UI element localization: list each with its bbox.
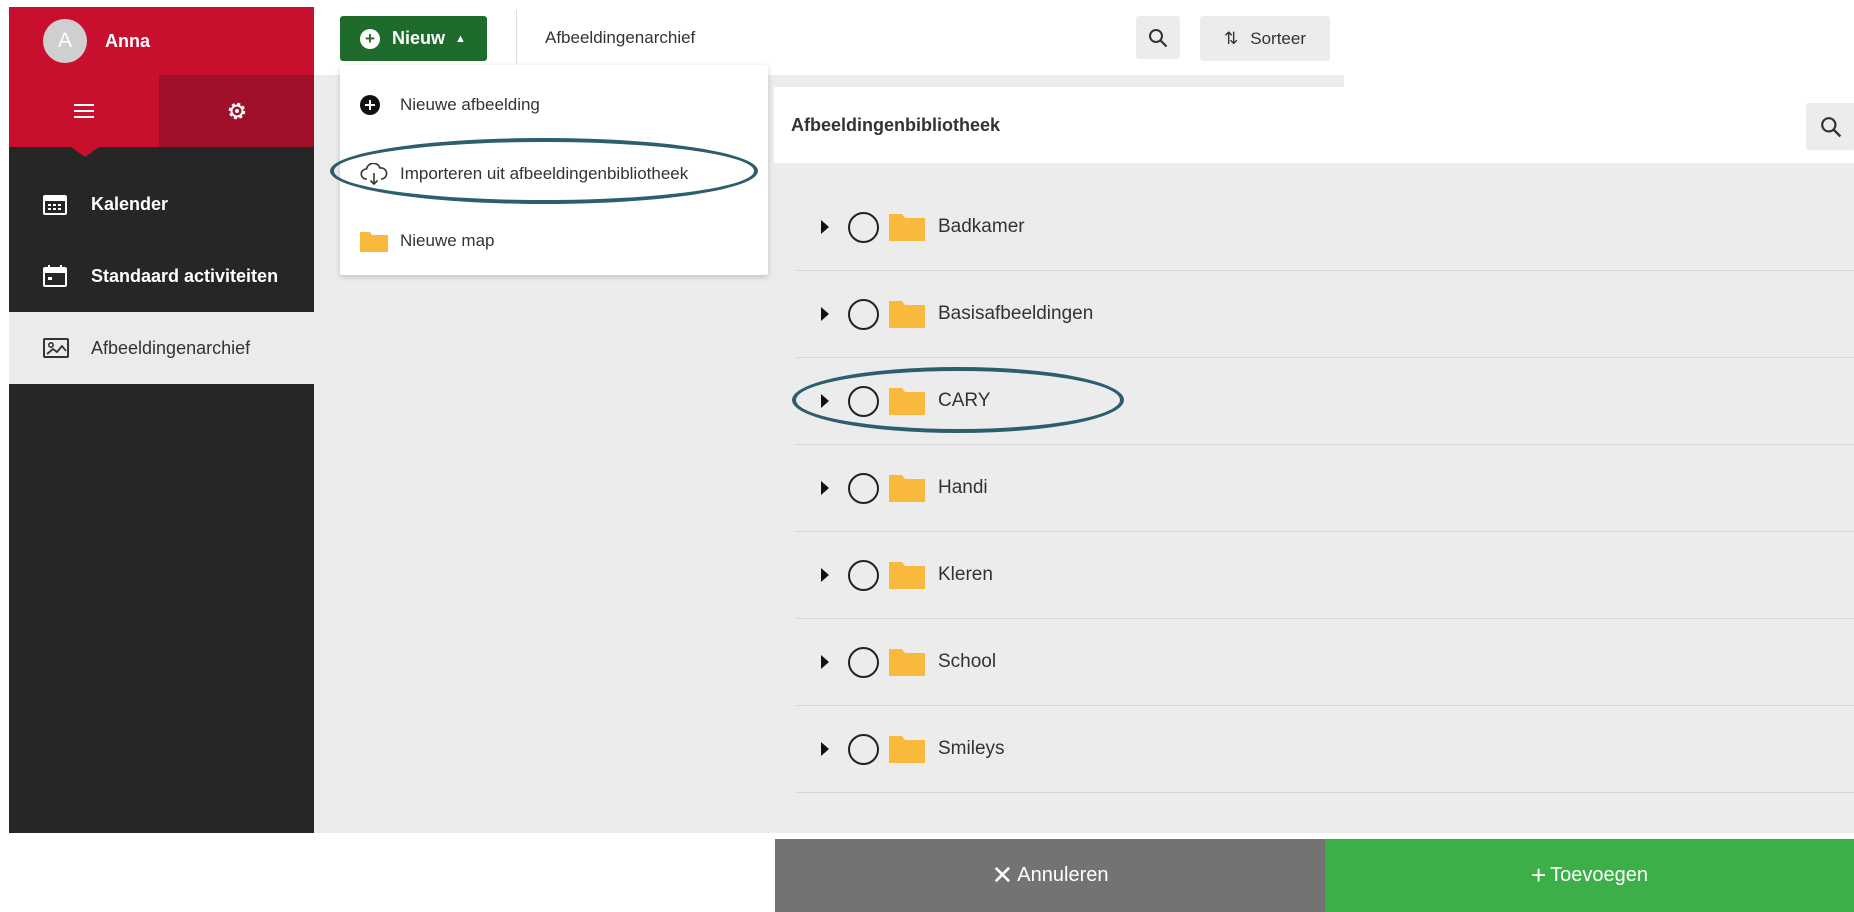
folder-name: Kleren — [938, 564, 993, 585]
expand-arrow-icon[interactable] — [821, 220, 829, 234]
sidebar-item-afbeeldingenarchief[interactable]: Afbeeldingenarchief — [9, 312, 314, 384]
library-search-button[interactable] — [1806, 103, 1854, 150]
folder-name: Smileys — [938, 738, 1005, 759]
search-icon — [1820, 116, 1842, 138]
hamburger-icon — [74, 104, 94, 118]
sidebar-item-label: Afbeeldingenarchief — [91, 337, 251, 358]
menu-item-nieuwe-afbeelding[interactable]: Nieuwe afbeelding — [340, 77, 768, 133]
expand-arrow-icon[interactable] — [821, 394, 829, 408]
folder-row-school[interactable]: School — [796, 619, 1854, 706]
folder-icon — [889, 300, 925, 328]
settings-tab-button[interactable] — [159, 75, 314, 147]
folder-name: Handi — [938, 477, 988, 498]
add-button[interactable]: + Toevoegen — [1325, 839, 1854, 912]
folder-row-badkamer[interactable]: Badkamer — [796, 184, 1854, 271]
folder-icon — [889, 387, 925, 415]
caret-up-icon: ▲ — [455, 32, 466, 45]
folder-row-kleren[interactable]: Kleren — [796, 532, 1854, 619]
plus-circle-icon: + — [360, 28, 380, 49]
toolbar-divider — [516, 10, 517, 64]
folder-select-radio[interactable] — [848, 211, 879, 243]
menu-tab-button[interactable] — [9, 75, 159, 157]
avatar[interactable]: A — [43, 19, 87, 63]
folder-list: Badkamer Basisafbeeldingen CARY Handi Kl… — [796, 184, 1854, 793]
sidebar-item-label: Kalender — [91, 193, 169, 214]
sort-button-label: Sorteer — [1250, 28, 1306, 48]
folder-select-radio[interactable] — [848, 298, 879, 330]
calendar-grid-icon — [43, 192, 71, 216]
sort-arrows-icon: ⇅ — [1224, 28, 1239, 48]
library-panel: Afbeeldingenbibliotheek Badkamer Basisaf… — [774, 87, 1854, 833]
folder-select-radio[interactable] — [848, 733, 879, 765]
cancel-button-label: Annuleren — [1017, 864, 1109, 886]
search-icon — [1148, 28, 1168, 48]
breadcrumb: Afbeeldingenarchief — [545, 28, 696, 47]
folder-row-handi[interactable]: Handi — [796, 445, 1854, 532]
menu-item-label: Nieuwe afbeelding — [400, 95, 540, 114]
new-button-label: Nieuw — [392, 28, 446, 48]
menu-item-label: Importeren uit afbeeldingenbibliotheek — [400, 164, 689, 183]
folder-row-cary[interactable]: CARY — [796, 358, 1854, 445]
library-title: Afbeeldingenbibliotheek — [791, 114, 1001, 135]
folder-name: CARY — [938, 390, 991, 411]
new-button[interactable]: + Nieuw ▲ — [340, 16, 487, 61]
folder-icon — [360, 230, 388, 252]
cancel-button[interactable]: ✕ Annuleren — [775, 839, 1325, 912]
expand-arrow-icon[interactable] — [821, 481, 829, 495]
folder-select-radio[interactable] — [848, 385, 879, 417]
expand-arrow-icon[interactable] — [821, 655, 829, 669]
sidebar-item-standaard-activiteiten[interactable]: Standaard activiteiten — [9, 240, 314, 312]
search-button[interactable] — [1136, 16, 1180, 59]
folder-name: Badkamer — [938, 216, 1025, 237]
folder-icon — [889, 213, 925, 241]
calendar-icon — [43, 264, 71, 288]
folder-row-basisafbeeldingen[interactable]: Basisafbeeldingen — [796, 271, 1854, 358]
library-header: Afbeeldingenbibliotheek — [774, 87, 1854, 163]
sidebar-nav: Kalender Standaard activiteiten Afbeeldi… — [9, 168, 314, 384]
folder-select-radio[interactable] — [848, 472, 879, 504]
folder-icon — [889, 474, 925, 502]
add-button-label: Toevoegen — [1550, 864, 1649, 886]
user-bar: A Anna — [9, 7, 314, 75]
sidebar-tabs — [9, 75, 314, 157]
expand-arrow-icon[interactable] — [821, 742, 829, 756]
new-dropdown-menu: Nieuwe afbeelding Importeren uit afbeeld… — [340, 65, 768, 275]
expand-arrow-icon[interactable] — [821, 307, 829, 321]
image-icon — [43, 336, 71, 360]
menu-item-nieuwe-map[interactable]: Nieuwe map — [340, 213, 768, 269]
cloud-download-icon — [360, 163, 388, 185]
menu-item-label: Nieuwe map — [400, 231, 495, 250]
sidebar-item-label: Standaard activiteiten — [91, 265, 279, 286]
sidebar: A Anna Kalender Standaard activiteiten A… — [9, 7, 314, 833]
folder-icon — [889, 561, 925, 589]
folder-name: School — [938, 651, 997, 672]
close-icon: ✕ — [991, 860, 1014, 890]
folder-icon — [889, 735, 925, 763]
folder-select-radio[interactable] — [848, 559, 879, 591]
menu-item-importeren[interactable]: Importeren uit afbeeldingenbibliotheek — [340, 146, 768, 202]
sort-button[interactable]: ⇅ Sorteer — [1200, 16, 1330, 61]
user-name[interactable]: Anna — [105, 31, 150, 52]
folder-row-smileys[interactable]: Smileys — [796, 706, 1854, 793]
gear-icon — [227, 101, 247, 121]
folder-select-radio[interactable] — [848, 646, 879, 678]
plus-icon: + — [1530, 860, 1547, 890]
folder-icon — [889, 648, 925, 676]
folder-name: Basisafbeeldingen — [938, 303, 1094, 324]
sidebar-item-kalender[interactable]: Kalender — [9, 168, 314, 240]
plus-circle-icon — [360, 95, 388, 115]
expand-arrow-icon[interactable] — [821, 568, 829, 582]
